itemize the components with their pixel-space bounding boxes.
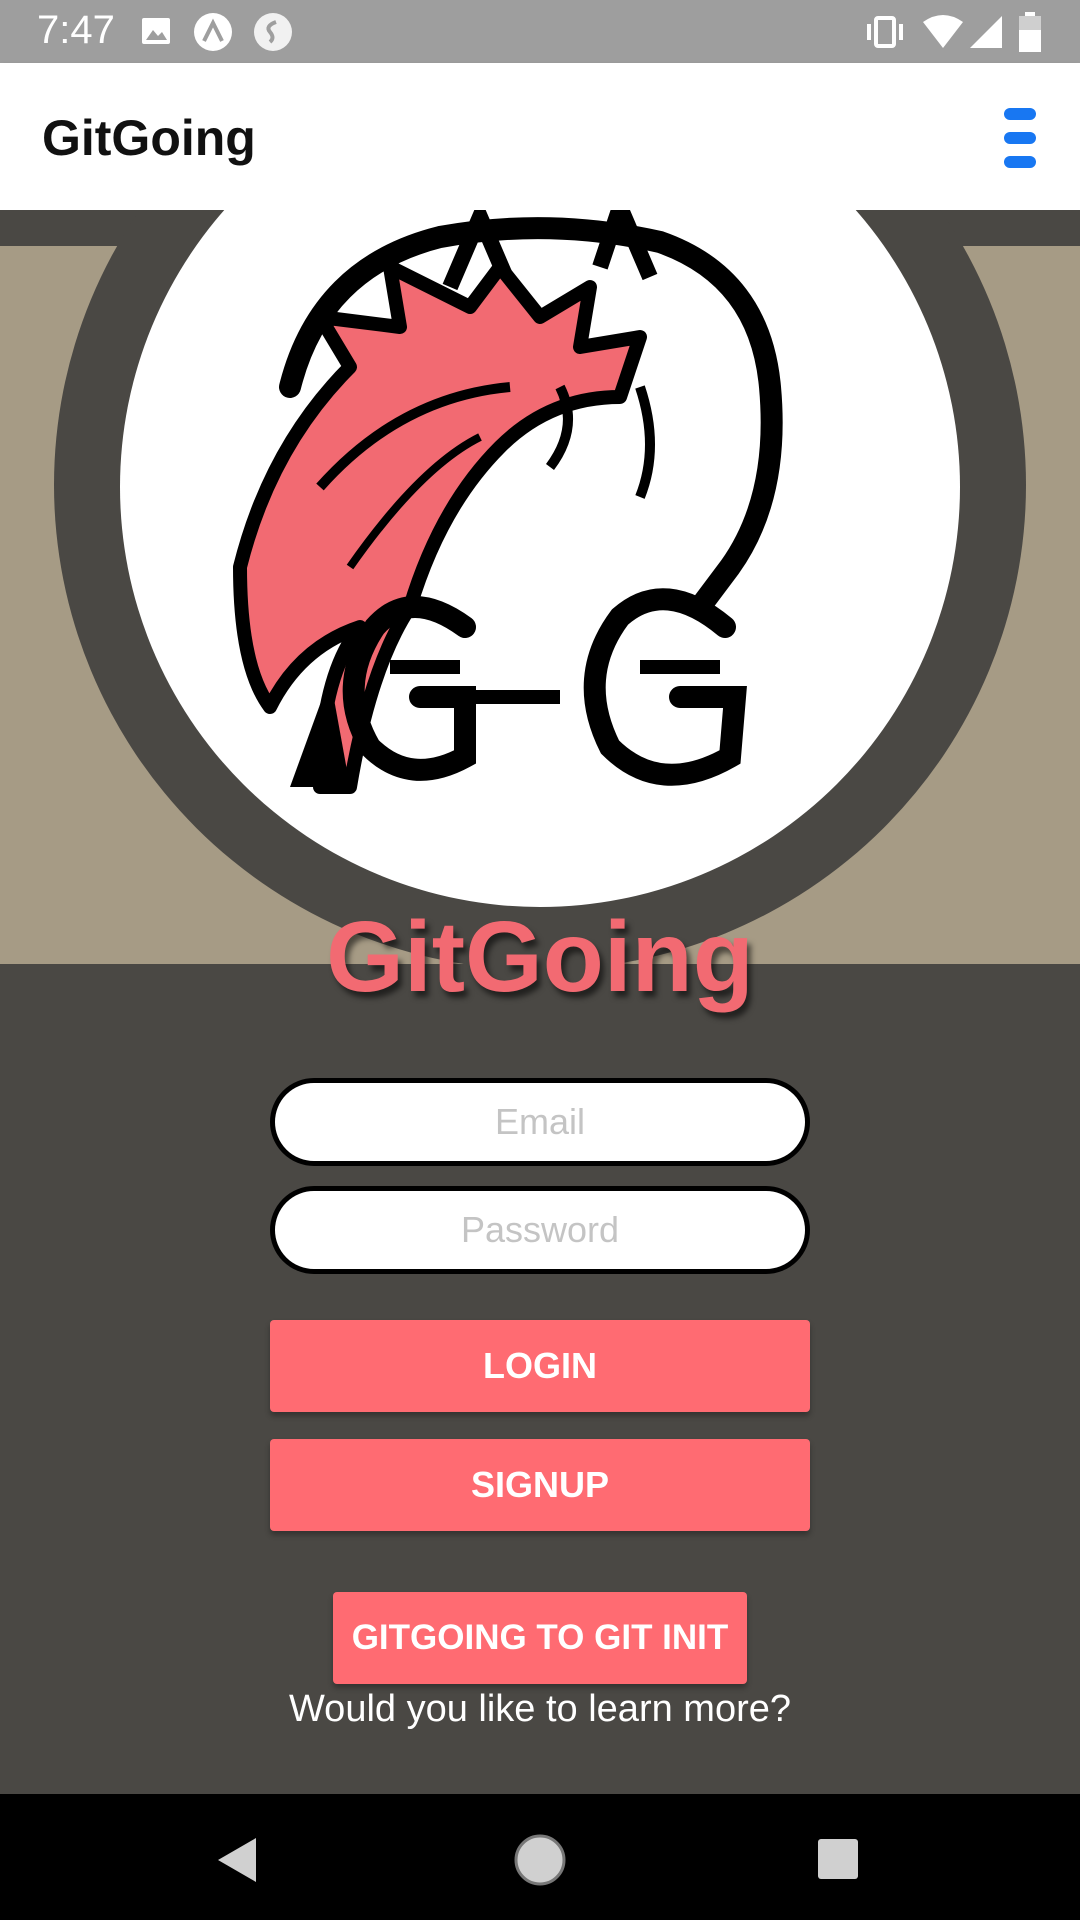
menu-button[interactable] [1000,108,1040,170]
status-bar: 7:47 [0,0,1080,63]
learn-more-caption: Would you like to learn more? [289,1688,791,1730]
cellular-signal-icon [970,16,1002,48]
login-button[interactable]: LOGIN [270,1320,810,1412]
recent-apps-icon[interactable] [817,1838,859,1880]
signup-button[interactable]: SIGNUP [270,1439,810,1531]
app-title: GitGoing [42,110,256,166]
image-notification-icon [142,18,170,44]
app-notification-icon [194,13,232,51]
shazam-notification-icon [254,13,292,51]
vibrate-icon [867,16,903,48]
brand-title: GitGoing [326,901,754,1013]
git-init-intro-button[interactable]: GITGOING TO GIT INIT [333,1592,747,1684]
back-icon[interactable] [214,1836,260,1884]
hero-banner [0,210,1080,964]
home-icon[interactable] [512,1832,568,1888]
battery-icon [1019,12,1041,52]
app-bar: GitGoing [0,63,1080,210]
system-nav-bar [0,1794,1080,1920]
wifi-icon [923,15,963,48]
menu-icon-bar [1004,132,1036,144]
menu-icon-bar [1004,156,1036,168]
status-time: 7:47 [37,8,115,52]
password-field[interactable] [270,1186,810,1274]
email-field[interactable] [270,1078,810,1166]
menu-icon-bar [1004,108,1036,120]
